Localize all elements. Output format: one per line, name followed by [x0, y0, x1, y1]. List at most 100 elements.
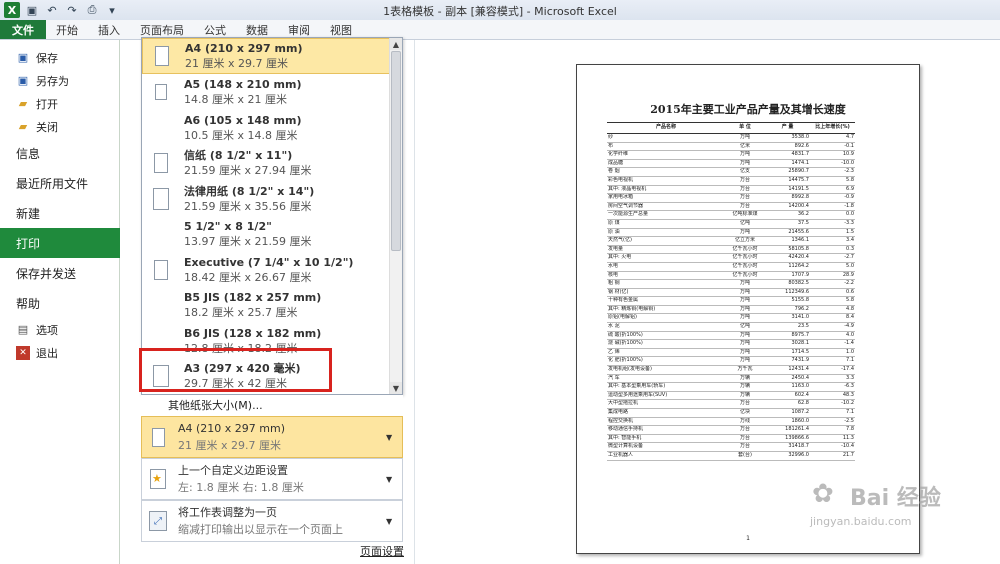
table-cell: 程控交换机 — [607, 417, 725, 427]
table-row: 汽 车万辆 2450.4 3.3 — [607, 374, 855, 384]
table-cell: 万千瓦 — [725, 365, 765, 375]
paper-name: A4 (210 x 297 mm) — [185, 42, 303, 55]
table-row: 发电机组(发电设备) 万千瓦 12431.4 -17.4 — [607, 365, 855, 375]
table-cell: 139866.6 — [765, 434, 810, 444]
tab-file[interactable]: 文件 — [0, 20, 46, 39]
table-cell: 21.7 — [810, 451, 855, 461]
table-cell: -0.1 — [810, 142, 855, 152]
paper-option-legal[interactable]: 法律用纸 (8 1/2" x 14") 21.59 厘米 x 35.56 厘米 — [142, 181, 390, 217]
table-cell: -10.2 — [810, 399, 855, 409]
table-cell: 3.4 — [810, 236, 855, 246]
paper-size-dropdown[interactable]: A4 (210 x 297 mm) 21 厘米 x 29.7 厘米 A5 (148… — [141, 37, 403, 395]
table-cell: 1346.1 — [765, 236, 810, 246]
table-cell: 烧 碱(折100%) — [607, 339, 725, 349]
tab-home[interactable]: 开始 — [46, 20, 88, 39]
nav-open-label: 打开 — [36, 97, 58, 111]
exit-icon: ✕ — [16, 345, 30, 360]
margins-detail: 左: 1.8 厘米 右: 1.8 厘米 — [178, 481, 304, 494]
table-cell: 核电 — [607, 271, 725, 281]
table-cell: 原 油 — [607, 228, 725, 238]
paper-option-a6[interactable]: A6 (105 x 148 mm) 10.5 厘米 x 14.8 厘米 — [142, 110, 390, 146]
paper-option-statement[interactable]: 5 1/2" x 8 1/2" 13.97 厘米 x 21.59 厘米 — [142, 216, 390, 252]
table-cell: -10.0 — [810, 159, 855, 169]
paper-name: 信纸 (8 1/2" x 11") — [184, 149, 293, 162]
open-folder-icon: ▰ — [18, 97, 28, 110]
nav-exit[interactable]: ✕ 退出 — [0, 341, 119, 364]
scroll-down-icon[interactable]: ▼ — [390, 382, 402, 394]
paper-dimensions: 18.42 厘米 x 26.67 厘米 — [184, 271, 312, 284]
table-cell: 水 泥 — [607, 322, 725, 332]
nav-exit-label: 退出 — [36, 346, 58, 360]
paper-option-executive[interactable]: Executive (7 1/4" x 10 1/2") 18.42 厘米 x 2… — [142, 252, 390, 288]
table-row: 其中: 精炼铜(电解铜) 万吨 796.2 4.8 — [607, 305, 855, 315]
scroll-thumb[interactable] — [391, 51, 401, 251]
paper-option-a4[interactable]: A4 (210 x 297 mm) 21 厘米 x 29.7 厘米 — [142, 38, 390, 74]
print-preview-icon[interactable]: ⎙ — [84, 2, 100, 18]
table-cell: 万吨 — [725, 296, 765, 306]
paper-size-selector[interactable]: A4 (210 x 297 mm) 21 厘米 x 29.7 厘米 ▼ — [141, 416, 403, 458]
backstage-nav: ▣ 保存 ▣ 另存为 ▰ 打开 ▰ 关闭 信息 最近所用文件 新建 打印 保存并发送 帮… — [0, 40, 136, 564]
undo-icon[interactable]: ↶ — [44, 2, 60, 18]
table-cell: 汽 车 — [607, 374, 725, 384]
nav-new[interactable]: 新建 — [0, 198, 119, 228]
nav-open[interactable]: ▰ 打开 — [0, 92, 119, 115]
redo-icon[interactable]: ↷ — [64, 2, 80, 18]
table-cell: -2.3 — [810, 167, 855, 177]
nav-save-as-label: 另存为 — [36, 74, 69, 88]
nav-info[interactable]: 信息 — [0, 138, 119, 168]
table-cell: 粗 钢 — [607, 279, 725, 289]
nav-print[interactable]: 打印 — [0, 228, 136, 258]
nav-help[interactable]: 帮助 — [0, 288, 119, 318]
scaling-selector[interactable]: ⤢ 将工作表调整为一页 缩减打印输出以显示在一个页面上 ▼ — [141, 500, 403, 542]
paper-list-scrollbar[interactable]: ▲ ▼ — [389, 38, 402, 394]
paper-option-letter[interactable]: 信纸 (8 1/2" x 11") 21.59 厘米 x 27.94 厘米 — [142, 145, 390, 181]
excel-icon[interactable]: X — [4, 2, 20, 18]
paper-name: A5 (148 x 210 mm) — [184, 78, 302, 91]
table-cell: 1860.0 — [765, 417, 810, 427]
paper-option-a5[interactable]: A5 (148 x 210 mm) 14.8 厘米 x 21 厘米 — [142, 74, 390, 110]
table-cell: 万吨 — [725, 133, 765, 143]
margins-selector[interactable]: ★ 上一个自定义边距设置 左: 1.8 厘米 右: 1.8 厘米 ▼ — [141, 458, 403, 500]
table-cell: -6.3 — [810, 382, 855, 392]
table-cell: 5155.8 — [765, 296, 810, 306]
table-cell: 0.3 — [810, 245, 855, 255]
paper-name: B6 JIS (128 x 182 mm) — [184, 327, 322, 340]
table-row: 原 油万吨 21455.6 1.5 — [607, 228, 855, 238]
nav-save[interactable]: ▣ 保存 — [0, 46, 119, 69]
save-icon[interactable]: ▣ — [24, 2, 40, 18]
page-setup-link[interactable]: 页面设置 — [360, 543, 404, 559]
table-cell: 7.8 — [810, 425, 855, 435]
table-cell: 万吨 — [725, 305, 765, 315]
table-cell: 亿吨 — [725, 322, 765, 332]
nav-close[interactable]: ▰ 关闭 — [0, 115, 119, 138]
more-paper-sizes-link[interactable]: 其他纸张大小(M)... — [141, 395, 403, 415]
table-row: 硫 酸(折100%) 万吨 8975.7 4.0 — [607, 331, 855, 341]
scroll-up-icon[interactable]: ▲ — [390, 38, 402, 50]
table-cell: 7.1 — [810, 408, 855, 418]
nav-save-as[interactable]: ▣ 另存为 — [0, 69, 119, 92]
tab-insert[interactable]: 插入 — [88, 20, 130, 39]
margins-icon: ★ — [149, 468, 167, 490]
table-cell: 亿千瓦小时 — [725, 253, 765, 263]
table-cell: 布 — [607, 142, 725, 152]
table-row: 其中: 液晶电视机 万台 14191.5 6.9 — [607, 185, 855, 195]
table-row: 烧 碱(折100%) 万吨 3028.1 -1.4 — [607, 339, 855, 349]
chevron-down-icon: ▼ — [386, 474, 393, 484]
nav-recent[interactable]: 最近所用文件 — [0, 168, 119, 198]
table-cell: 万吨 — [725, 150, 765, 160]
table-cell: -2.2 — [810, 279, 855, 289]
table-cell: 42420.4 — [765, 253, 810, 263]
table-row: 钢 材(亿) 万吨 112349.6 0.6 — [607, 288, 855, 298]
table-cell: 1707.9 — [765, 271, 810, 281]
table-cell: 亿米 — [725, 142, 765, 152]
paper-option-b5-jis[interactable]: B5 JIS (182 x 257 mm) 18.2 厘米 x 25.7 厘米 — [142, 287, 390, 323]
customize-toolbar-icon[interactable]: ▾ — [104, 2, 120, 18]
table-cell: 4.0 — [810, 331, 855, 341]
table-row: 化 肥(折100%) 万吨 7431.9 7.1 — [607, 356, 855, 367]
table-cell: 0.6 — [810, 288, 855, 298]
table-row: 布亿米 892.6 -0.1 — [607, 142, 855, 152]
title-bar: X ▣ ↶ ↷ ⎙ ▾ 1表格模板 - 副本 [兼容模式] - Microsof… — [0, 0, 1000, 20]
nav-save-send[interactable]: 保存并发送 — [0, 258, 119, 288]
nav-options[interactable]: ▤ 选项 — [0, 318, 119, 341]
table-cell: 发电机组(发电设备) — [607, 365, 725, 375]
